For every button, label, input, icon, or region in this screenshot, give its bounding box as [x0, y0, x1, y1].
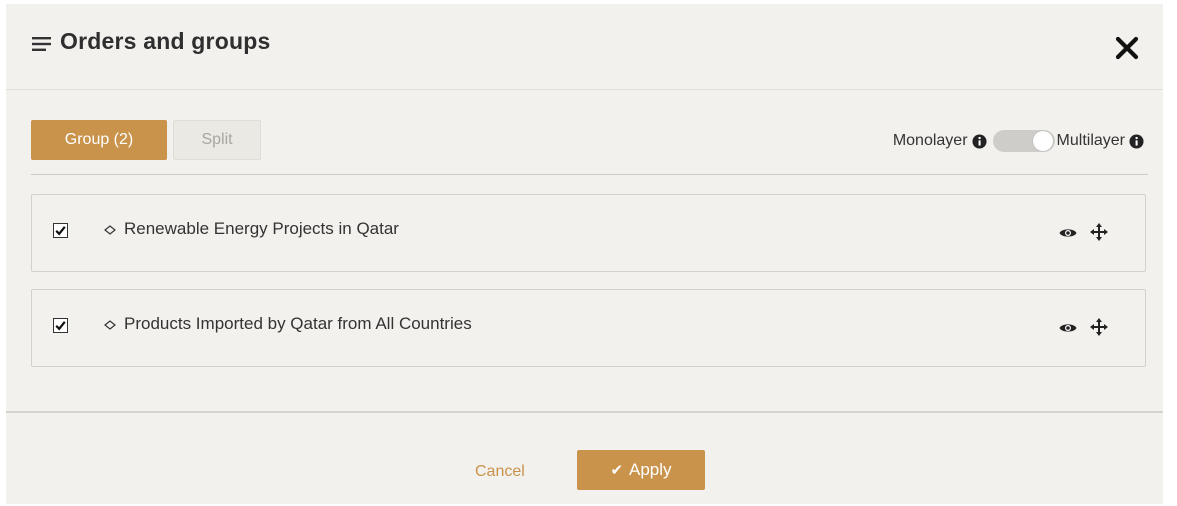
orders-groups-dialog: Orders and groups Group (2) Split Monola…	[6, 4, 1163, 504]
info-circle-icon[interactable]	[972, 133, 987, 149]
dialog-title: Orders and groups	[60, 28, 271, 54]
eye-icon[interactable]	[1059, 227, 1077, 239]
apply-label: Apply	[629, 460, 672, 479]
info-circle-icon[interactable]	[1129, 133, 1144, 149]
layer-item: Renewable Energy Projects in Qatar	[31, 194, 1146, 272]
checkmark-icon	[55, 226, 66, 236]
diamond-outline-icon	[104, 225, 116, 235]
toggle-knob	[1032, 131, 1053, 151]
group-button[interactable]: Group (2)	[31, 120, 167, 160]
diamond-outline-icon	[104, 320, 116, 330]
dialog-footer: Cancel ✔ Apply	[6, 411, 1163, 506]
move-arrows-icon[interactable]	[1089, 222, 1109, 242]
layer-checkbox[interactable]	[53, 318, 68, 333]
apply-button[interactable]: ✔ Apply	[577, 450, 705, 490]
cancel-button[interactable]: Cancel	[475, 463, 525, 481]
dialog-header: Orders and groups	[6, 4, 1163, 90]
layer-item: Products Imported by Qatar from All Coun…	[31, 289, 1146, 367]
layer-mode-switch: Monolayer Multilayer	[893, 128, 1148, 154]
checkmark-icon	[55, 321, 66, 331]
multilayer-label: Multilayer	[1056, 132, 1125, 149]
move-arrows-icon[interactable]	[1089, 317, 1109, 337]
checkmark-icon: ✔	[610, 462, 624, 479]
layer-checkbox[interactable]	[53, 223, 68, 238]
monolayer-label: Monolayer	[892, 132, 968, 149]
layer-name: Renewable Energy Projects in Qatar	[124, 219, 399, 238]
menu-lines-icon	[32, 37, 51, 51]
close-x-icon[interactable]	[1113, 34, 1141, 62]
layer-toolbar: Group (2) Split Monolayer Multilayer	[31, 120, 1148, 175]
eye-icon[interactable]	[1059, 322, 1077, 334]
layer-mode-toggle[interactable]	[992, 130, 1055, 152]
split-button[interactable]: Split	[173, 120, 261, 160]
layer-name: Products Imported by Qatar from All Coun…	[124, 314, 472, 333]
